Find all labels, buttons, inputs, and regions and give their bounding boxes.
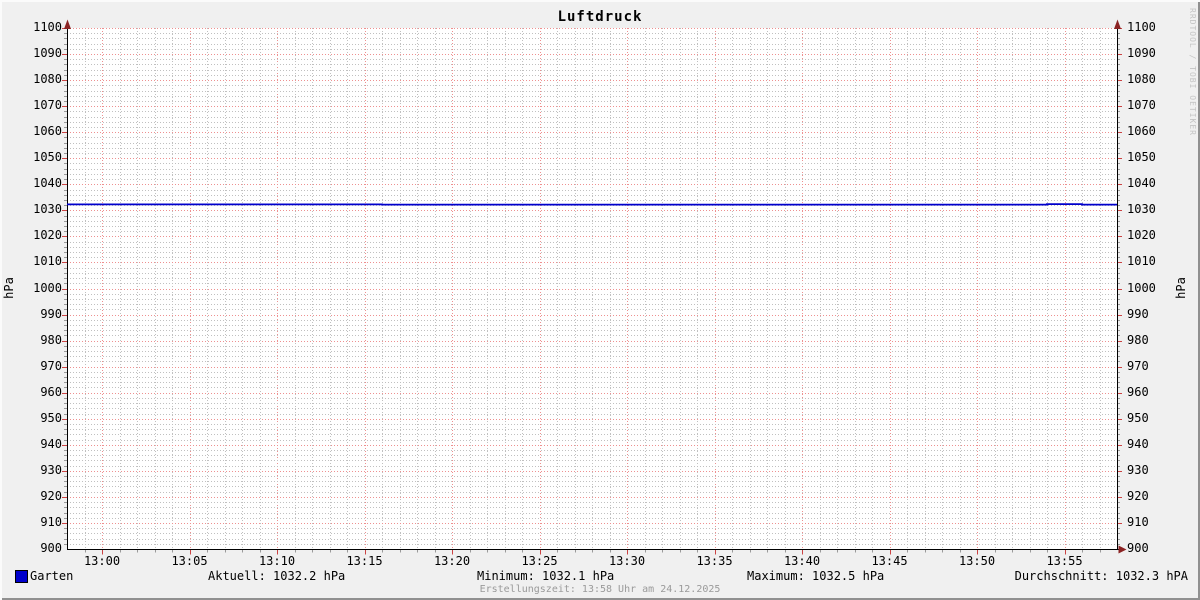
y-tick-label-right: 1040 (1127, 176, 1156, 191)
legend-series-label: Garten (30, 569, 74, 583)
creation-timestamp: Erstellungszeit: 13:58 Uhr am 24.12.2025 (479, 584, 721, 595)
y-tick-label-right: 950 (1127, 410, 1149, 425)
y-axis-unit-left: hPa (1, 277, 16, 299)
y-tick-label-right: 930 (1127, 462, 1149, 477)
y-tick-label-left: 1090 (33, 46, 62, 61)
y-tick-label-left: 1100 (33, 20, 62, 34)
y-tick-label-left: 1060 (33, 124, 62, 139)
y-tick-label-left: 1030 (33, 202, 62, 217)
y-tick-label-right: 1050 (1127, 150, 1156, 165)
x-tick-label: 13:55 (1046, 554, 1083, 568)
y-tick-label-left: 1000 (33, 280, 62, 295)
y-tick-label-right: 1010 (1127, 254, 1156, 269)
y-tick-label-right: 1030 (1127, 202, 1156, 217)
y-tick-label-right: 1000 (1127, 280, 1156, 295)
stat-maximum: Maximum: 1032.5 hPa (747, 569, 885, 583)
y-tick-label-right: 990 (1127, 306, 1149, 321)
y-tick-label-left: 980 (40, 332, 62, 347)
y-tick-label-left: 1040 (33, 176, 62, 191)
y-tick-label-left: 930 (40, 462, 62, 477)
x-tick-label: 13:45 (871, 554, 908, 568)
y-tick-label-right: 1080 (1127, 72, 1156, 87)
y-tick-label-left: 900 (40, 541, 62, 555)
x-tick-label: 13:05 (171, 554, 208, 568)
y-tick-label-right: 1100 (1127, 20, 1156, 34)
x-tick-label: 13:25 (521, 554, 558, 568)
y-tick-label-left: 1020 (33, 228, 62, 243)
x-tick-label: 13:00 (83, 554, 121, 568)
y-tick-label-right: 940 (1127, 436, 1149, 451)
series-line-garten (67, 203, 1117, 206)
chart-svg (62, 19, 1127, 555)
y-axis-unit-right: hPa (1173, 277, 1188, 299)
stat-aktuell: Aktuell: 1032.2 hPa (208, 569, 346, 583)
stat-durchschnitt: Durchschnitt: 1032.3 hPA (1014, 569, 1188, 583)
y-tick-label-left: 1070 (33, 98, 62, 113)
y-tick-label-right: 1060 (1127, 124, 1156, 139)
y-tick-label-right: 960 (1127, 384, 1149, 399)
y-tick-label-left: 1080 (33, 72, 62, 87)
x-tick-label: 13:50 (958, 554, 996, 568)
x-tick-label: 13:30 (608, 554, 646, 568)
y-tick-label-right: 920 (1127, 488, 1149, 503)
y-tick-label-right: 980 (1127, 332, 1149, 347)
y-tick-label-left: 970 (40, 358, 62, 373)
y-tick-label-left: 990 (40, 306, 62, 321)
x-tick-label: 13:10 (258, 554, 296, 568)
rrdtool-watermark: RRDTOOL / TOBI OETIKER (1188, 8, 1197, 136)
y-tick-label-left: 950 (40, 410, 62, 425)
y-tick-label-left: 910 (40, 514, 62, 529)
x-tick-label: 13:15 (346, 554, 383, 568)
x-tick-label: 13:35 (696, 554, 733, 568)
y-tick-label-right: 1070 (1127, 98, 1156, 113)
y-tick-label-left: 940 (40, 436, 62, 451)
y-tick-label-right: 900 (1127, 541, 1149, 555)
legend-color-swatch (15, 570, 28, 583)
stat-minimum: Minimum: 1032.1 hPa (477, 569, 615, 583)
y-tick-label-right: 910 (1127, 514, 1149, 529)
y-tick-label-left: 1010 (33, 254, 62, 269)
chart-title: Luftdruck (557, 9, 643, 25)
y-tick-label-right: 1090 (1127, 46, 1156, 61)
y-tick-label-right: 1020 (1127, 228, 1156, 243)
rrdtool-graph: Luftdruck hPa hPa RRDTOOL / TOBI OETIKER… (0, 0, 1200, 600)
x-tick-label: 13:40 (783, 554, 821, 568)
y-tick-label-right: 970 (1127, 358, 1149, 373)
x-tick-label: 13:20 (433, 554, 471, 568)
y-tick-label-left: 1050 (33, 150, 62, 165)
y-tick-label-left: 960 (40, 384, 62, 399)
axis-arrow-x (1118, 545, 1127, 554)
y-tick-label-left: 920 (40, 488, 62, 503)
